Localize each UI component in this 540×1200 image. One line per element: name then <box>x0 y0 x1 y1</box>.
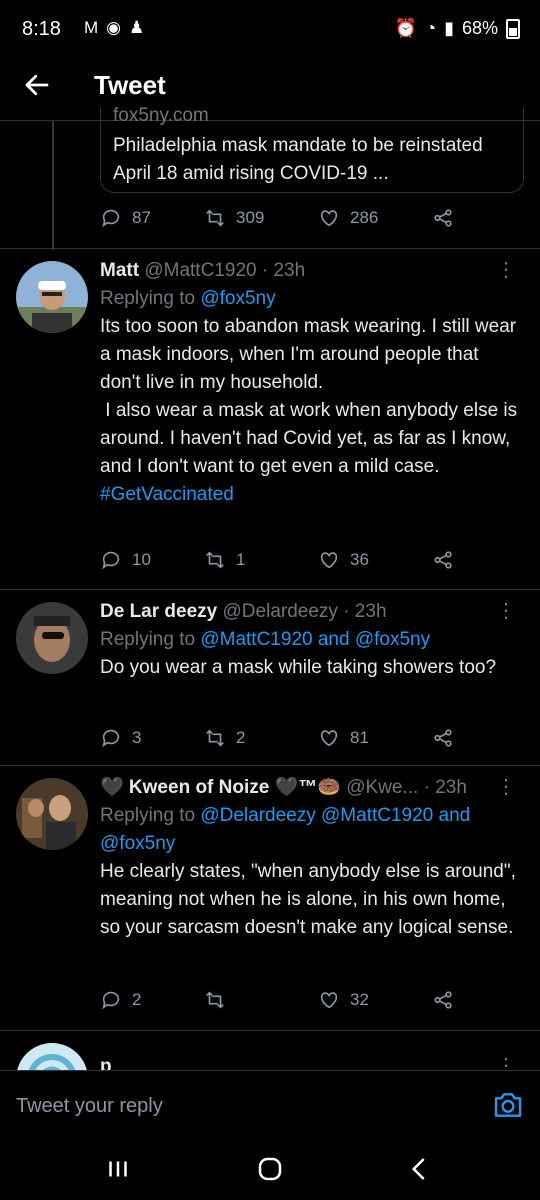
tweet-text: Do you wear a mask while taking showers … <box>100 657 497 678</box>
home-button[interactable] <box>250 1154 290 1186</box>
retweet-icon <box>206 209 224 227</box>
retweet-icon <box>206 991 224 1009</box>
heart-icon <box>320 552 338 569</box>
home-icon <box>258 1157 282 1181</box>
retweet-button[interactable] <box>204 985 318 1015</box>
reply-button[interactable]: 87 <box>100 203 204 233</box>
display-name[interactable]: 🖤 Kween of Noize 🖤™🍩 <box>100 777 341 798</box>
handle[interactable]: @Kwe... <box>346 777 418 798</box>
avatar[interactable] <box>16 778 88 850</box>
signal-icon: ▮ <box>444 18 454 38</box>
more-options-button[interactable]: ⋮ <box>496 598 516 623</box>
like-button[interactable]: 32 <box>318 985 432 1015</box>
gmail-icon: M <box>84 18 99 37</box>
avatar[interactable] <box>16 602 88 674</box>
avatar[interactable] <box>16 261 88 333</box>
mention-link[interactable]: @fox5ny <box>200 288 275 309</box>
replying-to: Replying to @Delardeezy @MattC1920 and @… <box>100 805 471 854</box>
share-icon <box>434 551 452 569</box>
share-icon <box>434 991 452 1009</box>
reply-icon <box>102 551 120 570</box>
share-button[interactable] <box>432 203 454 233</box>
retweet-button[interactable]: 2 <box>204 723 318 753</box>
timestamp: · 23h <box>343 601 387 622</box>
back-button[interactable] <box>22 70 58 106</box>
share-button[interactable] <box>432 545 454 575</box>
like-button[interactable]: 286 <box>318 203 432 233</box>
battery-icon <box>506 18 520 39</box>
reply-icon <box>102 729 120 748</box>
more-options-button[interactable]: ⋮ <box>496 257 516 282</box>
recent-apps-icon <box>109 1161 127 1177</box>
alarm-icon: ⏰ <box>394 18 418 38</box>
replying-to: Replying to @fox5ny <box>100 288 276 309</box>
app-icon: ◉ <box>106 18 122 37</box>
reply-tweet[interactable]: Matt @MattC1920 · 23h Replying to @fox5n… <box>0 249 540 589</box>
reply-button[interactable]: 2 <box>100 985 204 1015</box>
chevron-left-icon <box>411 1158 425 1180</box>
display-name[interactable]: p <box>100 1056 112 1070</box>
share-icon <box>434 209 452 227</box>
wifi-icon: ◔ <box>425 18 437 38</box>
share-icon <box>434 729 452 747</box>
retweet-button[interactable]: 309 <box>204 203 318 233</box>
link-card[interactable]: fox5ny.com Philadelphia mask mandate to … <box>100 105 524 193</box>
tweet-actions: 10 1 36 <box>100 545 520 575</box>
handle[interactable]: @Delardeezy <box>223 601 338 622</box>
share-button[interactable] <box>432 985 454 1015</box>
hashtag-link[interactable]: #GetVaccinated <box>100 481 522 509</box>
camera-icon <box>494 1093 522 1117</box>
notification-icon: ♟ <box>129 18 145 37</box>
battery-percent: 68% <box>461 18 498 38</box>
thread-line <box>52 120 54 250</box>
timestamp: · 23h <box>423 777 467 798</box>
heart-icon <box>320 730 338 747</box>
card-domain: fox5ny.com <box>113 105 209 126</box>
status-bar: 8:18 M ◉ ♟ ⏰ ◔ ▮ 68% <box>0 0 540 60</box>
display-name[interactable]: Matt <box>100 260 139 281</box>
retweet-icon <box>206 729 224 747</box>
timestamp: · 23h <box>261 260 306 281</box>
tweet-header: De Lar deezy @Delardeezy · 23h <box>100 598 522 626</box>
replying-to: Replying to @MattC1920 and @fox5ny <box>100 629 431 650</box>
reply-composer: Tweet your reply <box>0 1070 540 1141</box>
like-button[interactable]: 81 <box>318 723 432 753</box>
more-options-button[interactable]: ⋮ <box>496 774 516 799</box>
card-title: Philadelphia mask mandate to be reinstat… <box>113 135 483 184</box>
reply-button[interactable]: 3 <box>100 723 204 753</box>
reply-input[interactable]: Tweet your reply <box>16 1081 456 1131</box>
tweet-text: Its too soon to abandon mask wearing. I … <box>100 316 518 477</box>
reply-button[interactable]: 10 <box>100 545 204 575</box>
tweet-actions: 3 2 81 <box>100 723 520 753</box>
tweet-actions: 2 32 <box>100 985 520 1015</box>
page-title: Tweet <box>94 70 166 100</box>
camera-button[interactable] <box>492 1089 524 1121</box>
display-name[interactable]: De Lar deezy <box>100 601 217 622</box>
tweet-text: He clearly states, "when anybody else is… <box>100 861 522 938</box>
retweet-button[interactable]: 1 <box>204 545 318 575</box>
reply-icon <box>102 209 120 228</box>
system-nav-bar <box>0 1140 540 1200</box>
like-button[interactable]: 36 <box>318 545 432 575</box>
status-time: 8:18 <box>22 18 61 40</box>
system-back-button[interactable] <box>400 1154 440 1186</box>
recent-apps-button[interactable] <box>98 1154 138 1186</box>
avatar[interactable] <box>16 1043 88 1070</box>
heart-icon <box>320 992 338 1009</box>
arrow-left-icon <box>25 74 49 96</box>
tweet-actions: 87 309 286 <box>100 203 520 233</box>
tweet-header: Matt @MattC1920 · 23h <box>100 257 522 285</box>
heart-icon <box>320 210 338 227</box>
retweet-icon <box>206 551 224 569</box>
mention-link[interactable]: @MattC1920 and @fox5ny <box>200 629 430 650</box>
tweet-header: 🖤 Kween of Noize 🖤™🍩 @Kwe... · 23h <box>100 774 522 802</box>
reply-icon <box>102 991 120 1010</box>
reply-tweet[interactable]: p ⋮ <box>0 1031 540 1070</box>
more-options-button[interactable]: ⋮ <box>496 1053 516 1070</box>
handle[interactable]: @MattC1920 <box>144 260 256 281</box>
share-button[interactable] <box>432 723 454 753</box>
